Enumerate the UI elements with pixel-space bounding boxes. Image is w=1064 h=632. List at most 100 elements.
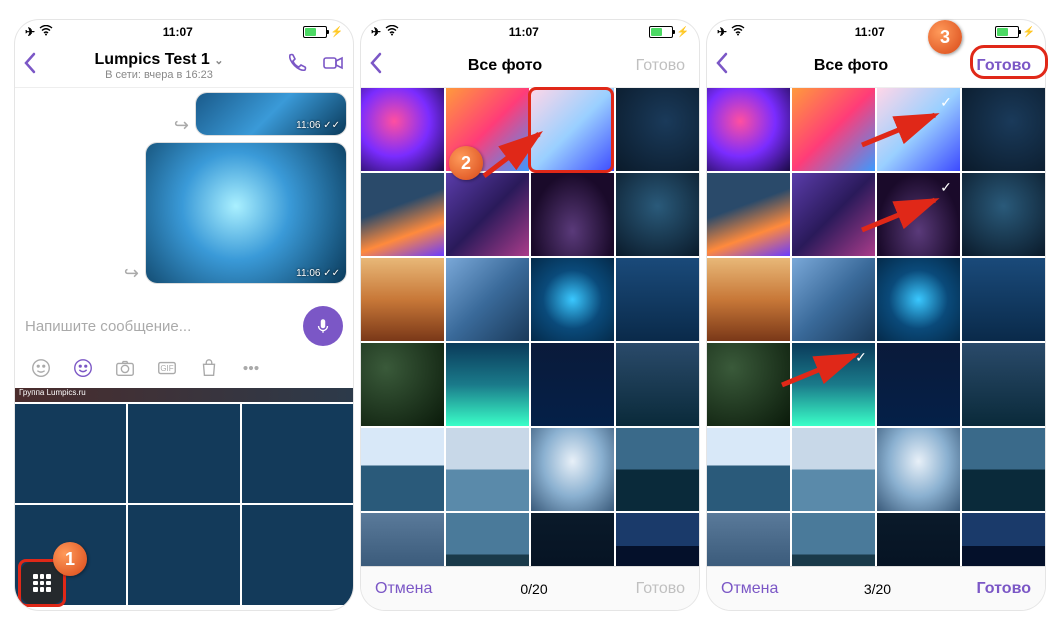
photo-cell[interactable] (446, 428, 529, 511)
photo-cell[interactable] (361, 88, 444, 171)
photo-cell[interactable] (531, 88, 614, 171)
bottom-done-button[interactable]: Готово (977, 580, 1031, 598)
forward-icon[interactable]: ↪ (174, 115, 189, 136)
photo-cell[interactable] (877, 428, 960, 511)
photo-cell[interactable]: ✓ (877, 173, 960, 256)
open-full-gallery-button[interactable] (21, 562, 63, 604)
photo-grid[interactable]: ✓ ✓ ✓ (707, 88, 1045, 566)
message-input-bar: Напишите сообщение... (15, 298, 353, 354)
video-call-button[interactable] (321, 51, 345, 80)
photo-cell[interactable] (616, 88, 699, 171)
photo-cell[interactable] (446, 173, 529, 256)
gallery-thumb[interactable] (128, 505, 239, 604)
photo-cell[interactable] (877, 258, 960, 341)
wifi-icon (731, 25, 745, 39)
chat-image-message[interactable]: 11:06 ✓✓ (195, 92, 347, 136)
photo-cell[interactable] (962, 343, 1045, 426)
gallery-thumb[interactable] (242, 404, 353, 503)
attachment-toolbar: GIF (15, 354, 353, 388)
photo-cell[interactable] (707, 258, 790, 341)
photo-cell[interactable] (446, 343, 529, 426)
battery-icon (995, 26, 1019, 38)
photo-cell[interactable] (531, 258, 614, 341)
gallery-thumb[interactable] (128, 404, 239, 503)
photo-cell[interactable] (446, 513, 529, 566)
photo-cell[interactable] (616, 343, 699, 426)
status-bar: ✈ 11:07 ⚡ (361, 20, 699, 44)
gallery-icon[interactable] (71, 356, 95, 380)
photo-cell[interactable] (446, 258, 529, 341)
photo-grid[interactable] (361, 88, 699, 566)
photo-cell[interactable] (531, 513, 614, 566)
shop-icon[interactable] (197, 356, 221, 380)
back-button[interactable] (715, 52, 745, 80)
photo-cell[interactable] (962, 513, 1045, 566)
forward-icon[interactable]: ↪ (124, 263, 139, 284)
mini-gallery: Группа Lumpics.ru (15, 388, 353, 605)
photo-cell[interactable] (707, 513, 790, 566)
check-icon: ✓ (936, 177, 956, 197)
chat-title[interactable]: Lumpics Test 1 (95, 51, 210, 68)
mic-button[interactable] (303, 306, 343, 346)
photo-cell[interactable] (707, 428, 790, 511)
more-icon[interactable] (239, 356, 263, 380)
photo-cell[interactable] (962, 258, 1045, 341)
photo-cell[interactable] (361, 343, 444, 426)
gallery-thumb[interactable] (242, 505, 353, 604)
photo-cell[interactable] (877, 513, 960, 566)
photo-cell[interactable] (792, 173, 875, 256)
photo-cell[interactable] (707, 88, 790, 171)
done-button[interactable]: Готово (957, 57, 1037, 75)
photo-cell[interactable] (707, 173, 790, 256)
photo-cell[interactable] (792, 88, 875, 171)
photo-cell[interactable] (531, 343, 614, 426)
cancel-button[interactable]: Отмена (375, 580, 432, 598)
airplane-icon: ✈ (371, 25, 381, 39)
photo-cell[interactable] (707, 343, 790, 426)
wifi-icon (385, 25, 399, 39)
back-button[interactable] (23, 52, 53, 80)
camera-icon[interactable] (113, 356, 137, 380)
phone-picker-selected: ✈ 11:07 ⚡ Все фото Готово ✓ ✓ (707, 20, 1045, 610)
back-button[interactable] (369, 52, 399, 80)
photo-cell[interactable] (792, 428, 875, 511)
charging-icon: ⚡ (331, 27, 343, 38)
photo-cell[interactable] (792, 258, 875, 341)
message-input[interactable]: Напишите сообщение... (25, 318, 295, 335)
status-time: 11:07 (855, 25, 885, 39)
sticker-icon[interactable] (29, 356, 53, 380)
photo-cell[interactable] (616, 173, 699, 256)
photo-cell[interactable] (616, 428, 699, 511)
selection-count: 0/20 (520, 581, 547, 597)
done-button[interactable]: Готово (611, 57, 691, 75)
gallery-group-header: Группа Lumpics.ru (15, 388, 353, 402)
photo-cell[interactable] (361, 513, 444, 566)
photo-cell[interactable] (792, 513, 875, 566)
status-time: 11:07 (509, 25, 539, 39)
photo-cell[interactable] (361, 173, 444, 256)
photo-cell[interactable] (531, 428, 614, 511)
photo-cell[interactable] (962, 428, 1045, 511)
photo-cell[interactable] (877, 343, 960, 426)
photo-cell[interactable]: ✓ (877, 88, 960, 171)
picker-bottom-bar: Отмена 3/20 Готово (707, 566, 1045, 610)
photo-cell[interactable] (361, 258, 444, 341)
photo-cell[interactable] (361, 428, 444, 511)
gif-icon[interactable]: GIF (155, 356, 179, 380)
photo-cell[interactable]: ✓ (792, 343, 875, 426)
charging-icon: ⚡ (677, 27, 689, 38)
photo-cell[interactable] (616, 513, 699, 566)
photo-cell[interactable] (446, 88, 529, 171)
photo-cell[interactable] (962, 88, 1045, 171)
photo-cell[interactable] (616, 258, 699, 341)
cancel-button[interactable]: Отмена (721, 580, 778, 598)
chat-messages[interactable]: ↪ 11:06 ✓✓ ↪ 11:06 ✓✓ (15, 88, 353, 298)
bottom-done-button[interactable]: Готово (636, 580, 685, 598)
wifi-icon (39, 25, 53, 39)
photo-cell[interactable] (531, 173, 614, 256)
airplane-icon: ✈ (717, 25, 727, 39)
call-button[interactable] (285, 51, 309, 80)
chat-image-message[interactable]: 11:06 ✓✓ (145, 142, 347, 284)
photo-cell[interactable] (962, 173, 1045, 256)
gallery-thumb[interactable] (15, 404, 126, 503)
